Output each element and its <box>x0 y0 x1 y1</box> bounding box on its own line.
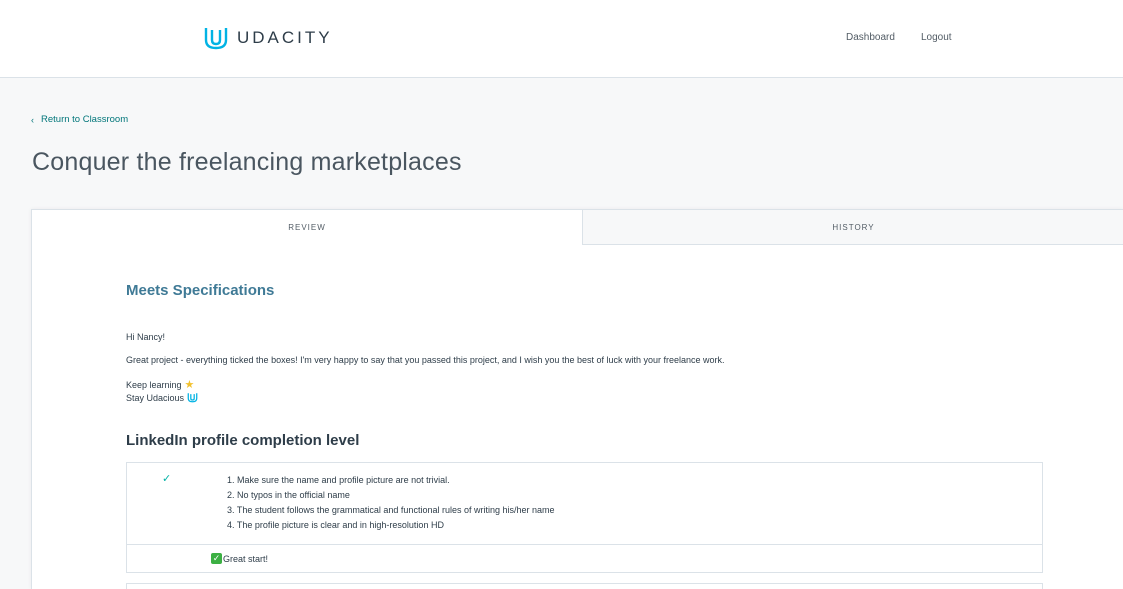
nav-dashboard-link[interactable]: Dashboard <box>846 32 895 43</box>
keep-learning-text: Keep learning <box>126 379 182 390</box>
section-title: LinkedIn profile completion level <box>126 432 360 449</box>
next-criteria-box <box>126 583 1043 589</box>
check-box-icon: ✓ <box>211 553 222 564</box>
return-to-classroom-link[interactable]: ‹ Return to Classroom <box>31 114 128 125</box>
star-icon: ★ <box>184 379 195 391</box>
udacity-u-icon <box>187 393 198 403</box>
tab-history[interactable]: HISTORY <box>582 210 1123 245</box>
reviewer-comment: ✓ Great start! <box>126 544 1043 573</box>
keep-learning-line: Keep learning ★ <box>126 378 194 391</box>
criteria-list: 1. Make sure the name and profile pictur… <box>227 473 555 533</box>
return-to-classroom-label: Return to Classroom <box>41 114 129 125</box>
udacity-u-icon <box>204 28 228 50</box>
tab-review[interactable]: REVIEW <box>32 210 582 245</box>
review-card: REVIEW HISTORY Meets Specifications Hi N… <box>31 209 1123 589</box>
comment-text: Great start! <box>223 553 269 564</box>
checkmark-icon: ✓ <box>162 473 172 485</box>
stay-udacious-line: Stay Udacious <box>126 392 198 403</box>
top-header: UDACITY Dashboard Logout <box>0 0 1123 78</box>
criteria-box: ✓ 1. Make sure the name and profile pict… <box>126 462 1043 545</box>
reviewer-message: Great project - everything ticked the bo… <box>126 355 725 365</box>
nav-logout-link[interactable]: Logout <box>921 32 952 43</box>
chevron-left-icon: ‹ <box>31 114 34 125</box>
stay-udacious-text: Stay Udacious <box>126 392 185 403</box>
criteria-item: 3. The student follows the grammatical a… <box>227 505 555 515</box>
criteria-item: 4. The profile picture is clear and in h… <box>227 520 444 530</box>
logo-wordmark: UDACITY <box>237 28 333 47</box>
criteria-item: 1. Make sure the name and profile pictur… <box>227 475 450 485</box>
page-title: Conquer the freelancing marketplaces <box>32 148 462 176</box>
reviewer-greeting: Hi Nancy! <box>126 332 166 342</box>
udacity-logo[interactable]: UDACITY <box>203 25 333 51</box>
criteria-item: 2. No typos in the official name <box>227 490 350 500</box>
review-status: Meets Specifications <box>126 282 275 299</box>
